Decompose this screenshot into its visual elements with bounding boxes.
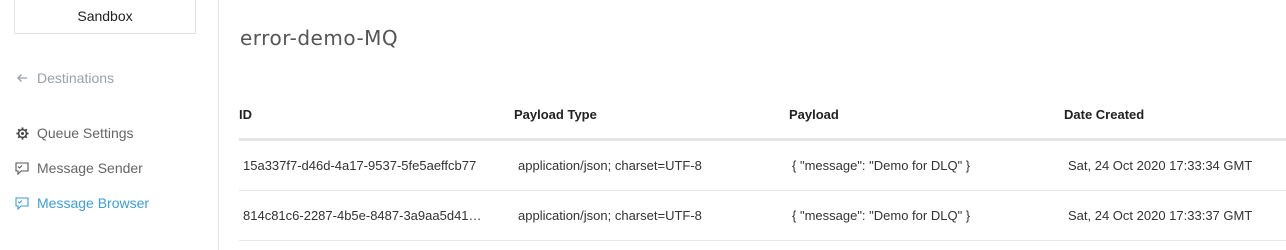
- date-created-cell: Sat, 24 Oct 2020 17:33:34 GMT: [1068, 158, 1253, 173]
- table-row[interactable]: 15a337f7-d46d-4a17-9537-5fe5aeffcb77 app…: [239, 141, 1286, 191]
- page-title: error-demo-MQ: [240, 26, 399, 50]
- column-header-payload-type[interactable]: Payload Type: [514, 107, 597, 122]
- column-header-payload[interactable]: Payload: [789, 107, 839, 122]
- message-table: ID Payload Type Payload Date Created 15a…: [239, 100, 1286, 241]
- table-row[interactable]: 814c81c6-2287-4b5e-8487-3a9aa5d41… appli…: [239, 191, 1286, 241]
- message-id-cell: 15a337f7-d46d-4a17-9537-5fe5aeffcb77: [243, 158, 477, 173]
- sidebar-item-message-sender[interactable]: Message Sender: [15, 158, 143, 178]
- environment-label: Sandbox: [77, 7, 133, 24]
- message-icon: [15, 196, 29, 210]
- payload-type-cell: application/json; charset=UTF-8: [518, 208, 702, 223]
- message-id-cell: 814c81c6-2287-4b5e-8487-3a9aa5d41…: [243, 208, 482, 223]
- sidebar-item-message-browser[interactable]: Message Browser: [15, 193, 149, 213]
- date-created-cell: Sat, 24 Oct 2020 17:33:37 GMT: [1068, 208, 1253, 223]
- payload-type-cell: application/json; charset=UTF-8: [518, 158, 702, 173]
- sidebar-item-queue-settings[interactable]: Queue Settings: [15, 123, 134, 143]
- message-icon: [15, 161, 29, 175]
- column-header-id[interactable]: ID: [239, 107, 252, 122]
- sidebar-item-label: Message Browser: [37, 195, 150, 211]
- payload-cell: { "message": "Demo for DLQ" }: [792, 158, 971, 173]
- main-content: error-demo-MQ ID Payload Type Payload Da…: [239, 0, 1286, 250]
- arrow-left-icon: [15, 71, 29, 85]
- environment-selector[interactable]: Sandbox: [14, 0, 196, 34]
- column-header-date-created[interactable]: Date Created: [1064, 107, 1144, 122]
- sidebar-item-label: Queue Settings: [37, 125, 134, 141]
- back-to-destinations-link[interactable]: Destinations: [15, 68, 114, 88]
- gear-icon: [15, 126, 29, 140]
- back-link-label: Destinations: [37, 70, 115, 86]
- sidebar-item-label: Message Sender: [37, 160, 143, 176]
- table-header: ID Payload Type Payload Date Created: [239, 100, 1286, 141]
- sidebar: Sandbox Destinations Queue Settings Mess…: [0, 0, 219, 250]
- payload-cell: { "message": "Demo for DLQ" }: [792, 208, 971, 223]
